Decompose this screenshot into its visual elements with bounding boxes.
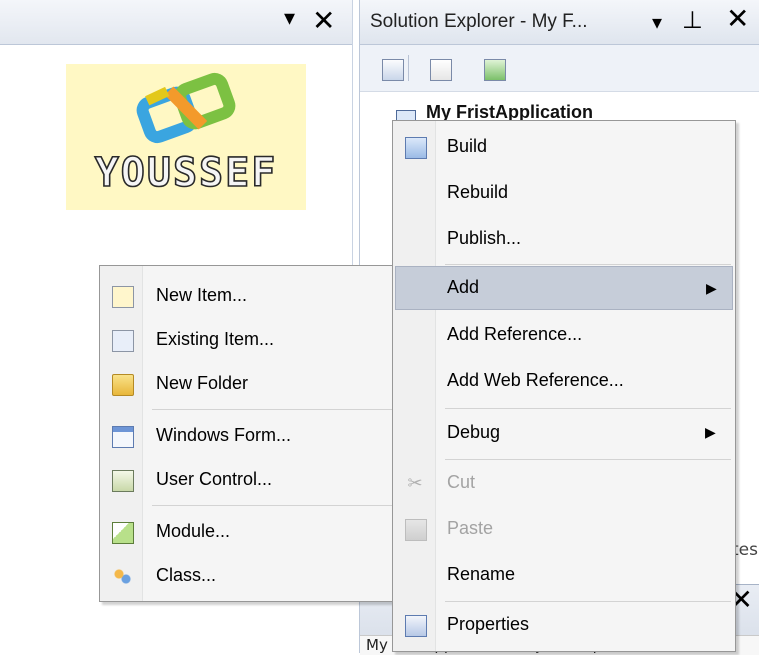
refresh-icon[interactable] [484, 59, 506, 81]
menu-item-paste[interactable]: Paste [395, 507, 733, 551]
panel-close-icon[interactable]: ✕ [312, 4, 335, 37]
visual-studio-logo-icon [136, 72, 236, 144]
menu-item-publish[interactable]: Publish... [395, 217, 733, 261]
menu-item-add-reference[interactable]: Add Reference... [395, 313, 733, 357]
menu-item-new-item[interactable]: New Item... [102, 274, 394, 318]
panel-close-icon[interactable]: ✕ [726, 2, 749, 35]
user-control-icon [112, 470, 134, 492]
menu-item-module[interactable]: Module... [102, 510, 394, 554]
class-icon [112, 566, 132, 586]
menu-item-label: Add Web Reference... [447, 370, 624, 390]
menu-item-label: Cut [447, 472, 476, 492]
menu-item-label: Rebuild [447, 182, 509, 202]
menu-item-label: Debug [447, 422, 501, 442]
menu-item-label: New Item... [156, 285, 248, 305]
menu-item-label: Build [447, 136, 488, 156]
properties-icon[interactable] [382, 59, 404, 81]
menu-item-label: Windows Form... [156, 425, 292, 445]
logo-text: YOUSSEF [94, 149, 278, 197]
menu-item-rebuild[interactable]: Rebuild [395, 171, 733, 215]
menu-item-label: New Folder [156, 373, 249, 393]
menu-item-cut[interactable]: ✂ Cut [395, 461, 733, 505]
menu-item-label: Add [447, 277, 480, 297]
menu-item-rename[interactable]: Rename [395, 553, 733, 597]
designer-panel: ▾ ✕ YOUSSEF [0, 0, 353, 270]
paste-icon [405, 519, 427, 541]
menu-separator [445, 459, 731, 460]
toolbar-separator [408, 55, 409, 81]
menu-item-add[interactable]: Add ▶ [395, 266, 733, 310]
menu-item-label: Rename [447, 564, 516, 584]
menu-item-class[interactable]: Class... [102, 554, 394, 598]
add-submenu: New Item... Existing Item... New Folder … [99, 265, 397, 602]
panel-dropdown-icon[interactable]: ▾ [284, 6, 295, 31]
logo-picture: YOUSSEF [66, 64, 306, 210]
show-all-files-icon[interactable] [430, 59, 452, 81]
windows-form-icon [112, 426, 134, 448]
folder-icon [112, 374, 134, 396]
menu-item-label: Class... [156, 565, 217, 585]
solution-explorer-toolbar [360, 45, 759, 92]
menu-item-label: Paste [447, 518, 494, 538]
menu-item-label: Publish... [447, 228, 522, 248]
menu-item-label: Module... [156, 521, 231, 541]
menu-separator [445, 264, 731, 265]
new-item-icon [112, 286, 134, 308]
menu-item-existing-item[interactable]: Existing Item... [102, 318, 394, 362]
solution-explorer-titlebar: Solution Explorer - My F... ▾ ⊥ ✕ [360, 0, 759, 45]
existing-item-icon [112, 330, 134, 352]
menu-item-build[interactable]: Build [395, 125, 733, 169]
menu-item-label: Add Reference... [447, 324, 583, 344]
pin-icon[interactable]: ⊥ [682, 6, 703, 34]
module-icon [112, 522, 134, 544]
menu-separator [152, 505, 392, 506]
build-icon [405, 137, 427, 159]
menu-item-properties[interactable]: Properties [395, 603, 733, 647]
menu-separator [152, 409, 392, 410]
submenu-arrow-icon: ▶ [706, 280, 717, 296]
menu-item-label: Existing Item... [156, 329, 275, 349]
menu-separator [445, 601, 731, 602]
solution-explorer-title: Solution Explorer - My F... [370, 11, 588, 32]
cut-icon: ✂ [407, 473, 423, 493]
menu-item-label: User Control... [156, 469, 273, 489]
menu-item-debug[interactable]: Debug ▶ [395, 411, 733, 455]
menu-item-add-web-reference[interactable]: Add Web Reference... [395, 359, 733, 403]
submenu-arrow-icon: ▶ [705, 424, 716, 440]
properties-icon [405, 615, 427, 637]
menu-item-label: Properties [447, 614, 530, 634]
panel-dropdown-icon[interactable]: ▾ [652, 10, 662, 34]
project-context-menu: Build Rebuild Publish... Add ▶ Add Refer… [392, 120, 736, 652]
menu-item-new-folder[interactable]: New Folder [102, 362, 394, 406]
menu-item-user-control[interactable]: User Control... [102, 458, 394, 502]
designer-titlebar: ▾ ✕ [0, 0, 352, 45]
menu-separator [445, 408, 731, 409]
menu-item-windows-form[interactable]: Windows Form... [102, 414, 394, 458]
